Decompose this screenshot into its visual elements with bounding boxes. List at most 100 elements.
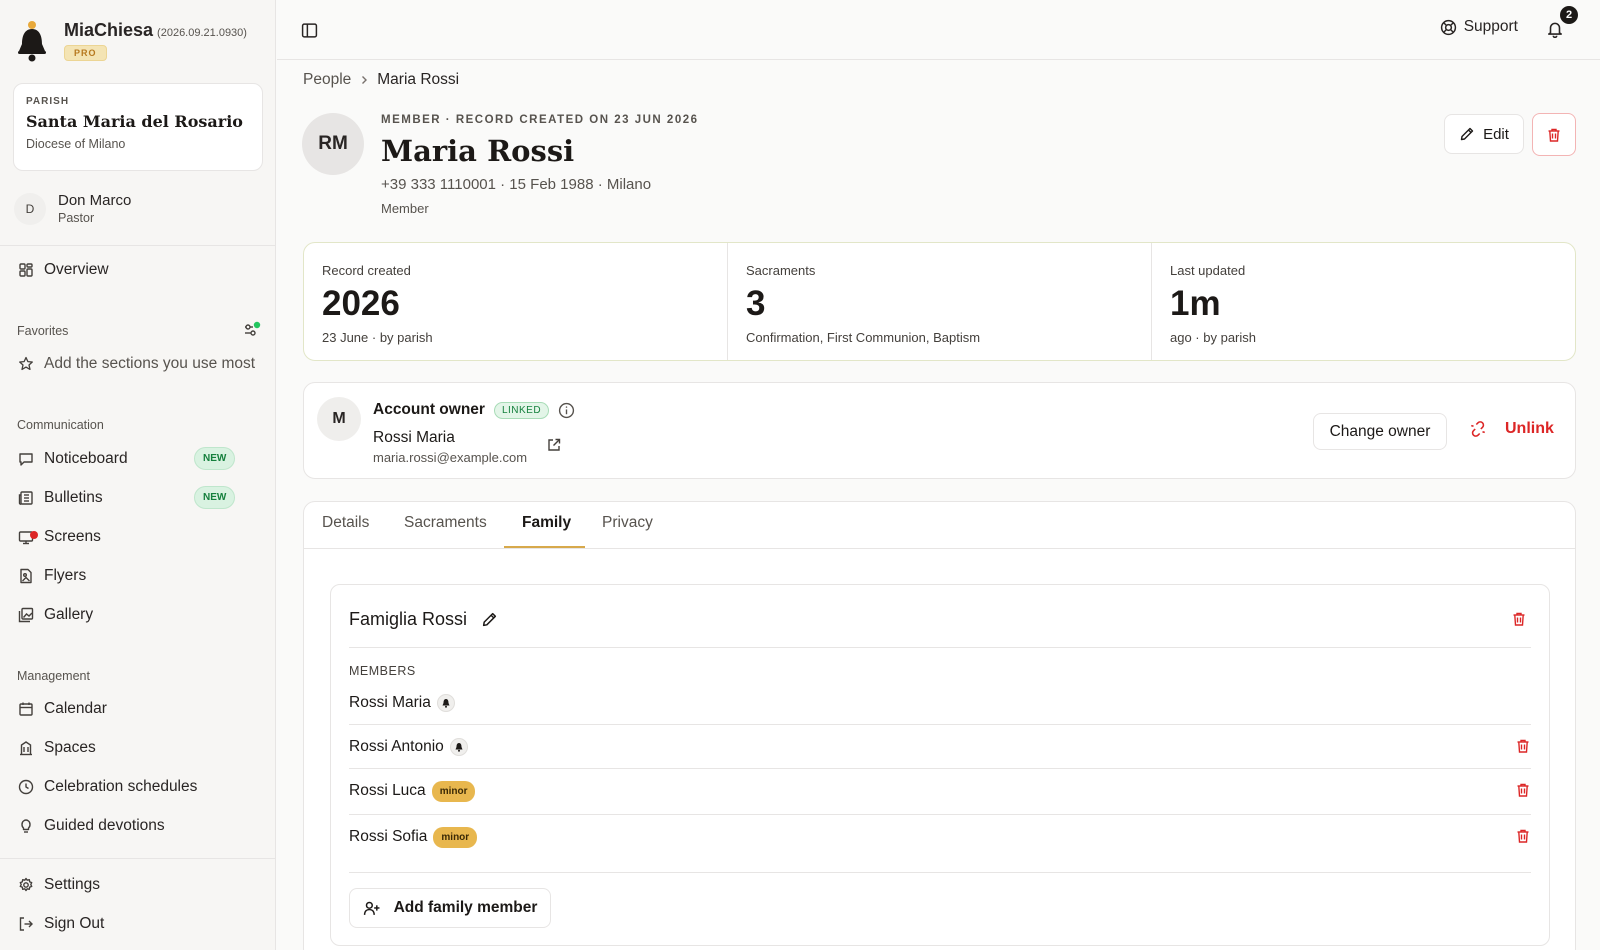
user-avatar: D	[14, 192, 46, 225]
external-link-icon[interactable]	[546, 437, 562, 453]
member-name: Rossi Maria	[349, 694, 431, 711]
sidebar-item-spaces[interactable]: Spaces	[18, 735, 258, 761]
delete-family-trash-icon[interactable]	[1511, 611, 1527, 627]
user-role: Pastor	[58, 211, 95, 225]
owner-name: Rossi Maria	[373, 429, 455, 446]
owner-title-row: Account owner LINKED	[373, 401, 575, 419]
sidebar-item-gallery[interactable]: Gallery	[18, 602, 258, 628]
favorites-add-hint[interactable]: Add the sections you use most	[18, 351, 258, 377]
sidebar-item-flyers[interactable]: Flyers	[18, 563, 258, 589]
stats-panel: Record created 2026 23 June · by parish …	[303, 242, 1576, 361]
change-owner-button[interactable]: Change owner	[1313, 413, 1447, 450]
family-member-row[interactable]: Rossi Maria	[349, 681, 1531, 725]
logout-icon	[18, 916, 34, 932]
remove-member-trash-icon[interactable]	[1515, 738, 1531, 754]
sidebar-item-calendar[interactable]: Calendar	[18, 696, 258, 722]
notifications-bell-icon[interactable]	[1546, 20, 1564, 38]
notifications-count-badge: 2	[1560, 6, 1578, 24]
alert-dot	[30, 531, 38, 539]
sidebar-toggle-icon[interactable]	[301, 22, 318, 39]
management-section-title: Management	[17, 669, 90, 683]
sidebar-item-label: Gallery	[44, 606, 94, 623]
family-member-row[interactable]: Rossi Antonio	[349, 725, 1531, 769]
trash-icon	[1546, 127, 1562, 143]
tabs-panel: Details Sacraments Family Privacy Famigl…	[303, 501, 1576, 950]
gear-icon	[18, 877, 34, 893]
tab-privacy[interactable]: Privacy	[602, 514, 653, 532]
family-name: Famiglia Rossi	[349, 609, 468, 629]
person-role: Member	[381, 201, 429, 216]
account-icon	[436, 694, 455, 712]
stat-label: Sacraments	[746, 263, 816, 278]
sidebar-item-sign-out[interactable]: Sign Out	[18, 911, 258, 937]
tab-details[interactable]: Details	[322, 514, 369, 532]
sidebar-item-noticeboard[interactable]: Noticeboard NEW	[18, 446, 258, 472]
new-badge: NEW	[194, 447, 236, 470]
support-button[interactable]: Support	[1440, 18, 1518, 36]
unlink-label: Unlink	[1505, 420, 1554, 437]
add-family-member-button[interactable]: Add family member	[349, 888, 551, 928]
sidebar-item-bulletins[interactable]: Bulletins NEW	[18, 485, 258, 511]
breadcrumb-people-link[interactable]: People	[303, 71, 351, 89]
monitor-icon	[18, 529, 38, 545]
sidebar-item-label: Noticeboard	[44, 450, 128, 467]
parish-diocese: Diocese of Milano	[26, 137, 126, 151]
stat-last-updated: Last updated 1m ago · by parish	[1152, 243, 1575, 360]
edit-family-pencil-icon[interactable]	[481, 611, 498, 628]
owner-title: Account owner	[373, 401, 485, 418]
sidebar-divider	[0, 858, 276, 859]
stat-sub: Confirmation, First Communion, Baptism	[746, 330, 981, 345]
person-details: +39 333 1110001 · 15 Feb 1988 · Milano	[381, 176, 652, 193]
tab-family[interactable]: Family	[522, 514, 571, 532]
sidebar-item-label: Celebration schedules	[44, 778, 198, 795]
edit-button[interactable]: Edit	[1444, 114, 1524, 154]
communication-section-title: Communication	[17, 418, 104, 432]
delete-person-button[interactable]	[1532, 113, 1576, 156]
customize-favorites-icon[interactable]	[243, 321, 261, 339]
sidebar-item-label: Spaces	[44, 739, 96, 756]
remove-member-trash-icon[interactable]	[1515, 828, 1531, 844]
sidebar: MiaChiesa (2026.09.21.0930) PRO PARISH Sa…	[0, 0, 276, 950]
tab-sacraments[interactable]: Sacraments	[404, 514, 487, 532]
member-name: Rossi Luca	[349, 782, 426, 799]
bell-logo-icon	[16, 20, 52, 62]
sidebar-item-guided-devotions[interactable]: Guided devotions	[18, 813, 258, 839]
family-title-row: Famiglia Rossi	[349, 609, 498, 630]
pencil-icon	[1459, 126, 1475, 142]
sidebar-item-celebration-schedules[interactable]: Celebration schedules	[18, 774, 258, 800]
account-owner-card: M Account owner LINKED Rossi Maria maria…	[303, 382, 1576, 479]
sidebar-item-label: Calendar	[44, 700, 107, 717]
active-tab-indicator	[504, 546, 585, 548]
grid-icon	[18, 262, 34, 278]
user-profile[interactable]: D Don Marco Pastor	[14, 192, 131, 225]
plan-badge: PRO	[64, 45, 107, 61]
family-member-row[interactable]: Rossi Luca minor	[349, 769, 1531, 813]
family-member-row[interactable]: Rossi Sofia minor	[349, 815, 1531, 859]
unlink-button[interactable]: Unlink	[1469, 420, 1554, 438]
calendar-icon	[18, 701, 34, 717]
owner-avatar: M	[317, 397, 361, 441]
add-family-member-label: Add family member	[393, 899, 538, 916]
sidebar-item-settings[interactable]: Settings	[18, 872, 258, 898]
app-version: (2026.09.21.0930)	[157, 27, 247, 39]
stat-value: 3	[746, 284, 766, 323]
message-icon	[18, 451, 34, 467]
parish-kicker: PARISH	[26, 96, 70, 107]
sidebar-item-label: Screens	[44, 528, 101, 545]
topbar: Support 2	[277, 0, 1600, 60]
clock-icon	[18, 779, 34, 795]
sidebar-item-label: Settings	[44, 876, 101, 893]
member-name: Rossi Sofia	[349, 828, 428, 845]
sidebar-item-screens[interactable]: Screens	[18, 524, 258, 550]
sidebar-item-label: Sign Out	[44, 915, 105, 932]
info-icon[interactable]	[558, 402, 575, 419]
sidebar-item-overview[interactable]: Overview	[18, 257, 258, 283]
sidebar-divider	[0, 245, 276, 246]
favorites-hint-label: Add the sections you use most	[44, 355, 256, 372]
page-title: Maria Rossi	[381, 134, 575, 168]
parish-card[interactable]: PARISH Santa Maria del Rosario Diocese o…	[13, 83, 263, 171]
favorites-section-title: Favorites	[17, 324, 69, 338]
brand[interactable]: MiaChiesa (2026.09.21.0930) PRO	[16, 20, 247, 62]
stat-value: 2026	[322, 284, 400, 323]
remove-member-trash-icon[interactable]	[1515, 782, 1531, 798]
